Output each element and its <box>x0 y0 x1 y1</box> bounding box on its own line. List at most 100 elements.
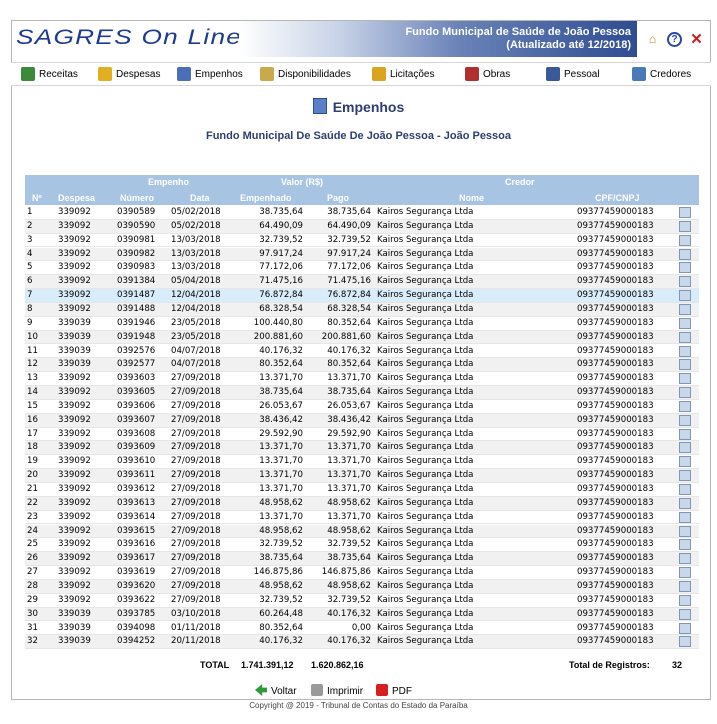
row-despesa: 339092 <box>58 525 91 536</box>
imprimir-label: Imprimir <box>327 686 364 697</box>
table-row[interactable]: 31 339039 0394098 01/11/2018 80.352,64 0,00 Ka… <box>25 622 699 636</box>
row-empenhado: 48.958,62 <box>259 497 303 508</box>
row-cpf: 09377459000183 <box>577 234 654 245</box>
details-icon[interactable] <box>679 470 691 482</box>
table-row[interactable]: 18 339092 0393609 27/09/2018 13.371,70 13.371… <box>25 441 699 456</box>
details-icon[interactable] <box>679 456 691 468</box>
row-empenhado: 100.440,80 <box>253 317 303 328</box>
details-icon[interactable] <box>679 484 691 495</box>
menu-item-credores[interactable]: Credores <box>632 67 691 83</box>
table-row[interactable]: 22 339092 0393613 27/09/2018 48.958,62 48.958… <box>25 496 699 511</box>
details-icon[interactable] <box>679 553 691 565</box>
table-row[interactable]: 2 339092 0390590 05/02/2018 64.490,09 64.490,… <box>25 219 699 234</box>
row-numero: 0393607 <box>117 414 156 425</box>
row-nome: Kairos Segurança Ltda <box>377 456 474 467</box>
menu-item-disponibilidades[interactable]: Disponibilidades <box>260 67 351 83</box>
row-pago: 64.490,09 <box>327 220 371 231</box>
table-row[interactable]: 12 339039 0392577 04/07/2018 80.352,64 80.352… <box>25 358 699 373</box>
details-icon[interactable] <box>679 345 691 357</box>
menu-item-receitas[interactable]: Receitas <box>21 67 78 83</box>
row-n: 26 <box>27 553 38 564</box>
row-despesa: 339092 <box>58 428 91 439</box>
details-icon[interactable] <box>679 220 691 232</box>
table-row[interactable]: 10 339039 0391948 23/05/2018 200.881,60 200.8… <box>25 330 699 345</box>
details-icon[interactable] <box>679 414 691 426</box>
details-icon[interactable] <box>679 636 691 648</box>
col-nome: Nome <box>459 193 485 203</box>
row-pago: 146.875,86 <box>321 567 371 578</box>
close-icon[interactable]: ✕ <box>689 32 704 47</box>
row-data: 27/09/2018 <box>171 511 221 522</box>
details-icon[interactable] <box>679 539 691 551</box>
table-row[interactable]: 11 339039 0392576 04/07/2018 40.176,32 40.176… <box>25 345 699 359</box>
details-icon[interactable] <box>679 442 691 454</box>
details-icon[interactable] <box>679 525 691 537</box>
menu-item-pessoal[interactable]: Pessoal <box>546 67 600 83</box>
row-data: 04/07/2018 <box>171 345 221 356</box>
home-icon[interactable]: ⌂ <box>645 32 660 47</box>
details-icon[interactable] <box>679 373 691 385</box>
menu-item-empenhos[interactable]: Empenhos <box>177 67 243 83</box>
details-icon[interactable] <box>679 303 691 315</box>
table-row[interactable]: 32 339039 0394252 20/11/2018 40.176,32 40.176… <box>25 635 699 650</box>
table-row[interactable]: 13 339092 0393603 27/09/2018 13.371,70 13.371… <box>25 372 699 386</box>
table-row[interactable]: 15 339092 0393606 27/09/2018 26.053,67 26.053… <box>25 400 699 414</box>
row-data: 27/09/2018 <box>171 594 221 605</box>
details-icon[interactable] <box>679 428 691 440</box>
table-row[interactable]: 14 339092 0393605 27/09/2018 38.735,64 38.735… <box>25 386 699 400</box>
details-icon[interactable] <box>679 400 691 412</box>
table-row[interactable]: 27 339092 0393619 27/09/2018 146.875,86 146.8… <box>25 566 699 580</box>
details-icon[interactable] <box>679 207 691 218</box>
table-row[interactable]: 16 339092 0393607 27/09/2018 38.436,42 38.436… <box>25 413 699 428</box>
details-icon[interactable] <box>679 234 691 246</box>
details-icon[interactable] <box>679 622 691 634</box>
table-row[interactable]: 20 339092 0393611 27/09/2018 13.371,70 13.371… <box>25 469 699 483</box>
table-row[interactable]: 29 339092 0393622 27/09/2018 32.739,52 32.739… <box>25 594 699 608</box>
details-icon[interactable] <box>679 359 691 371</box>
table-row[interactable]: 25 339092 0393616 27/09/2018 32.739,52 32.739… <box>25 538 699 553</box>
menu-item-despesas[interactable]: Despesas <box>98 67 160 83</box>
table-row[interactable]: 4 339092 0390982 13/03/2018 97.917,24 97.917,… <box>25 247 699 262</box>
details-icon[interactable] <box>679 608 691 620</box>
table-row[interactable]: 26 339092 0393617 27/09/2018 38.735,64 38.735… <box>25 552 699 567</box>
details-icon[interactable] <box>679 594 691 606</box>
details-icon[interactable] <box>679 276 691 288</box>
row-empenhado: 13.371,70 <box>259 442 303 453</box>
help-icon[interactable]: ? <box>667 32 682 47</box>
table-row[interactable]: 23 339092 0393614 27/09/2018 13.371,70 13.371… <box>25 511 699 525</box>
details-icon[interactable] <box>679 248 691 260</box>
row-empenhado: 38.735,64 <box>259 553 303 564</box>
row-numero: 0393785 <box>117 608 156 619</box>
row-despesa: 339039 <box>58 359 91 370</box>
table-row[interactable]: 5 339092 0390983 13/03/2018 77.172,06 77.172,… <box>25 261 699 276</box>
pdf-link[interactable]: PDF <box>376 684 412 697</box>
details-icon[interactable] <box>679 497 691 509</box>
details-icon[interactable] <box>679 511 691 523</box>
voltar-link[interactable]: Voltar <box>255 684 297 697</box>
table-row[interactable]: 17 339092 0393608 27/09/2018 29.592,90 29.592… <box>25 428 699 442</box>
details-icon[interactable] <box>679 317 691 329</box>
details-icon[interactable] <box>679 580 691 592</box>
imprimir-link[interactable]: Imprimir <box>311 684 363 697</box>
details-icon[interactable] <box>679 387 691 399</box>
table-row[interactable]: 19 339092 0393610 27/09/2018 13.371,70 13.371… <box>25 455 699 470</box>
table-row[interactable]: 6 339092 0391384 05/04/2018 71.475,16 71.475,… <box>25 275 699 290</box>
row-n: 2 <box>27 220 33 231</box>
table-row[interactable]: 3 339092 0390981 13/03/2018 32.739,52 32.739,… <box>25 234 699 248</box>
table-row[interactable]: 7 339092 0391487 12/04/2018 76.872,84 76.872,… <box>25 289 699 303</box>
table-row[interactable]: 8 339092 0391488 12/04/2018 68.328,54 68.328,… <box>25 302 699 317</box>
table-row[interactable]: 28 339092 0393620 27/09/2018 48.958,62 48.958… <box>25 579 699 594</box>
menu-item-licitacoes[interactable]: Licitações <box>372 67 434 83</box>
table-row[interactable]: 24 339092 0393615 27/09/2018 48.958,62 48.958… <box>25 524 699 539</box>
row-nome: Kairos Segurança Ltda <box>377 428 474 439</box>
details-icon[interactable] <box>679 262 691 274</box>
table-row[interactable]: 9 339039 0391946 23/05/2018 100.440,80 80.352… <box>25 317 699 331</box>
details-icon[interactable] <box>679 567 691 579</box>
row-nome: Kairos Segurança Ltda <box>377 373 474 384</box>
details-icon[interactable] <box>679 290 691 302</box>
table-row[interactable]: 21 339092 0393612 27/09/2018 13.371,70 13.371… <box>25 483 699 497</box>
table-row[interactable]: 1 339092 0390589 05/02/2018 38.735,64 38.735,… <box>25 206 699 220</box>
menu-item-obras[interactable]: Obras <box>465 67 510 83</box>
table-row[interactable]: 30 339039 0393785 03/10/2018 60.264,48 40.176… <box>25 607 699 622</box>
details-icon[interactable] <box>679 331 691 343</box>
